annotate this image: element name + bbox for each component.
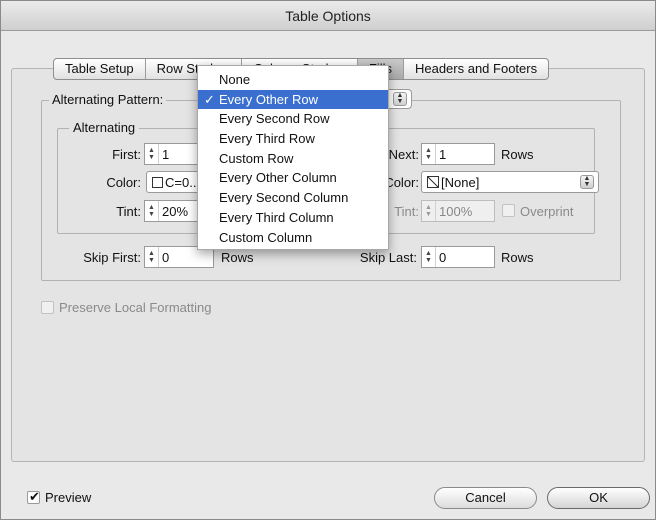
tint-right-input[interactable]: ▲ ▼ 100%	[421, 200, 495, 222]
select-arrows-icon: ▲ ▼	[580, 175, 594, 189]
preview-checkbox[interactable]	[27, 489, 40, 505]
stepper-icon[interactable]: ▲ ▼	[145, 144, 159, 164]
swatch-icon	[152, 176, 163, 188]
preview-label: Preview	[45, 490, 92, 505]
tab-headers-footers[interactable]: Headers and Footers	[404, 59, 548, 79]
stepper-icon[interactable]: ▲ ▼	[422, 201, 436, 221]
skip-last-unit: Rows	[501, 250, 534, 265]
alternating-pattern-label: Alternating Pattern:	[49, 92, 167, 107]
skip-last-input[interactable]: ▲ ▼ 0	[421, 246, 495, 268]
menu-item-custom-column[interactable]: Custom Column	[198, 228, 388, 248]
cancel-button[interactable]: Cancel	[434, 487, 537, 509]
color-left-label: Color:	[106, 175, 141, 190]
table-options-dialog: Table Options Table Setup Row Strokes Co…	[0, 0, 656, 520]
next-input[interactable]: ▲ ▼ 1	[421, 143, 495, 165]
checkmark-icon: ✓	[204, 91, 215, 107]
stepper-icon[interactable]: ▲ ▼	[145, 201, 159, 221]
menu-item-every-other-row[interactable]: ✓ Every Other Row	[198, 89, 388, 110]
preserve-local-label: Preserve Local Formatting	[59, 300, 212, 315]
none-swatch-icon	[427, 176, 439, 188]
first-input[interactable]: ▲ ▼ 1	[144, 143, 200, 165]
dialog-title: Table Options	[1, 1, 655, 31]
alternating-group-label: Alternating	[69, 120, 140, 135]
skip-last-label: Skip Last:	[359, 250, 417, 265]
tint-left-input[interactable]: ▲ ▼ 20%	[144, 200, 200, 222]
menu-item-every-third-column[interactable]: Every Third Column	[198, 208, 388, 228]
menu-item-every-other-column[interactable]: Every Other Column	[198, 168, 388, 188]
menu-item-every-third-row[interactable]: Every Third Row	[198, 129, 388, 149]
alternating-pattern-menu: None ✓ Every Other Row Every Second Row E…	[197, 65, 389, 250]
ok-button[interactable]: OK	[547, 487, 650, 509]
overprint-checkbox[interactable]	[502, 204, 515, 217]
menu-item-none[interactable]: None	[198, 70, 388, 90]
tint-left-label: Tint:	[116, 204, 141, 219]
stepper-icon[interactable]: ▲ ▼	[422, 144, 436, 164]
overprint-label: Overprint	[520, 204, 574, 219]
menu-item-custom-row[interactable]: Custom Row	[198, 149, 388, 169]
skip-first-label: Skip First:	[83, 250, 141, 265]
next-unit: Rows	[501, 147, 534, 162]
select-arrows-icon: ▲ ▼	[393, 92, 407, 106]
preserve-local-checkbox[interactable]	[41, 301, 54, 314]
skip-first-unit: Rows	[221, 250, 254, 265]
first-label: First:	[112, 147, 141, 162]
menu-item-every-second-column[interactable]: Every Second Column	[198, 188, 388, 208]
stepper-icon[interactable]: ▲ ▼	[145, 247, 159, 267]
stepper-icon[interactable]: ▲ ▼	[422, 247, 436, 267]
tab-table-setup[interactable]: Table Setup	[54, 59, 146, 79]
menu-item-every-second-row[interactable]: Every Second Row	[198, 109, 388, 129]
color-right-select[interactable]: [None] ▲ ▼	[421, 171, 599, 193]
